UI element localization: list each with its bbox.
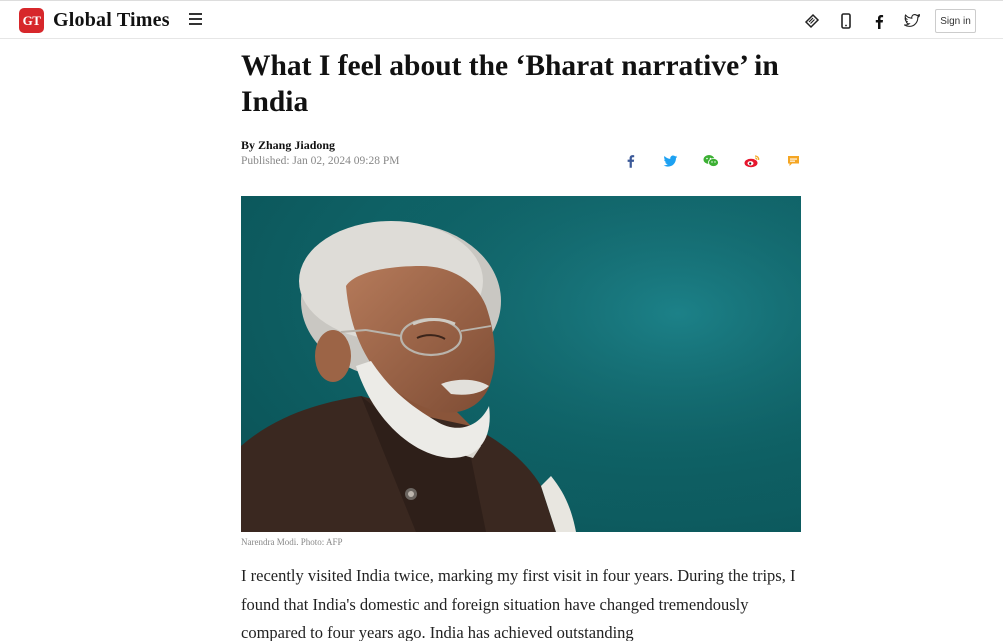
publish-date: Published: Jan 02, 2024 09:28 PM <box>241 155 400 167</box>
twitter-icon[interactable] <box>903 12 921 30</box>
share-wechat-icon[interactable] <box>702 152 720 170</box>
epaper-icon[interactable] <box>803 12 821 30</box>
hamburger-icon[interactable] <box>189 13 202 27</box>
article-headline: What I feel about the ‘Bharat narrative’… <box>241 50 779 118</box>
article-body-paragraph: I recently visited India twice, marking … <box>241 566 796 641</box>
share-facebook-icon[interactable] <box>621 152 639 170</box>
photo-caption: Narendra Modi. Photo: AFP <box>241 537 343 547</box>
top-navigation-bar: GT Global Times Sign in <box>0 0 1003 39</box>
facebook-icon[interactable] <box>870 12 888 30</box>
sign-in-button[interactable]: Sign in <box>935 9 976 33</box>
share-twitter-icon[interactable] <box>661 152 679 170</box>
share-weibo-icon[interactable] <box>743 152 761 170</box>
article-photo <box>241 196 801 532</box>
article-photo-portrait <box>241 196 801 532</box>
global-times-logo-badge[interactable]: GT <box>19 8 44 33</box>
share-comment-icon[interactable] <box>784 152 802 170</box>
article-byline[interactable]: By Zhang Jiadong <box>241 138 335 153</box>
global-times-logo-text[interactable]: Global Times <box>53 9 170 32</box>
mobile-icon[interactable] <box>837 12 855 30</box>
